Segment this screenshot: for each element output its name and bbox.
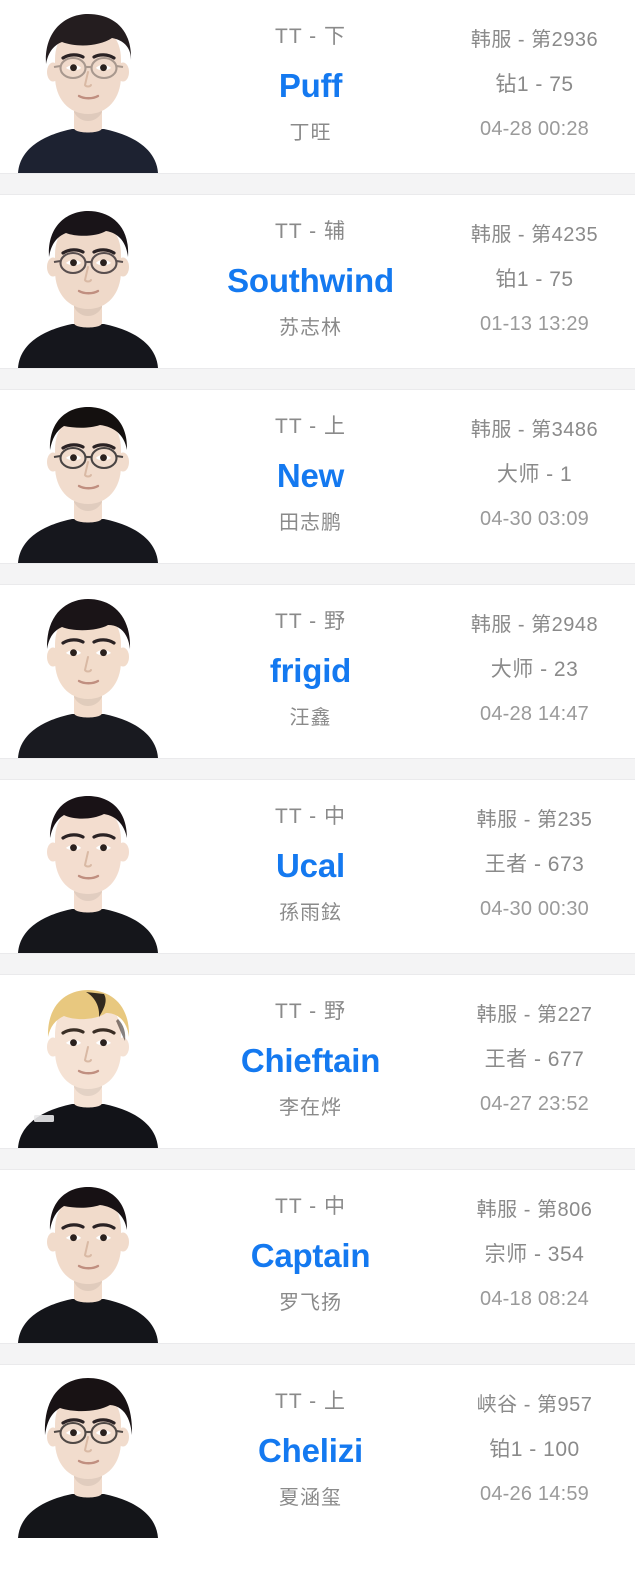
player-rank-info: 韩服 - 第2948 大师 - 23 04-28 14:47 <box>448 585 635 758</box>
player-avatar-chelizi <box>0 1365 173 1538</box>
player-rank-info: 韩服 - 第235 王者 - 673 04-30 00:30 <box>448 780 635 953</box>
team-role-label: TT - 上 <box>275 415 346 438</box>
tier-points-label: 大师 - 23 <box>490 658 579 681</box>
row-separator <box>0 563 635 585</box>
updated-timestamp: 01-13 13:29 <box>480 313 589 335</box>
player-row[interactable]: TT - 下 Puff 丁旺 韩服 - 第2936 钻1 - 75 04-28 … <box>0 0 635 173</box>
player-real-name: 苏志林 <box>279 317 342 339</box>
team-role-label: TT - 野 <box>275 610 346 633</box>
row-separator <box>0 173 635 195</box>
avatar[interactable] <box>0 975 173 1148</box>
team-role-label: TT - 野 <box>275 1000 346 1023</box>
updated-timestamp: 04-28 14:47 <box>480 703 589 725</box>
player-ign[interactable]: Puff <box>279 69 343 102</box>
updated-timestamp: 04-30 00:30 <box>480 898 589 920</box>
team-role-label: TT - 上 <box>275 1390 346 1413</box>
server-rank-label: 韩服 - 第2948 <box>470 614 599 636</box>
player-rank-info: 韩服 - 第2936 钻1 - 75 04-28 00:28 <box>448 0 635 173</box>
updated-timestamp: 04-27 23:52 <box>480 1093 589 1115</box>
player-avatar-new <box>0 390 173 563</box>
player-ign[interactable]: Ucal <box>276 849 345 882</box>
tier-points-label: 王者 - 677 <box>484 1048 585 1071</box>
player-avatar-ucal <box>0 780 173 953</box>
player-row[interactable]: TT - 中 Captain 罗飞扬 韩服 - 第806 宗师 - 354 04… <box>0 1170 635 1343</box>
server-rank-label: 韩服 - 第3486 <box>470 419 599 441</box>
server-rank-label: 韩服 - 第227 <box>476 1004 593 1026</box>
server-rank-label: 韩服 - 第806 <box>476 1199 593 1221</box>
row-separator <box>0 368 635 390</box>
player-avatar-captain <box>0 1170 173 1343</box>
avatar[interactable] <box>0 1170 173 1343</box>
avatar[interactable] <box>0 195 173 368</box>
avatar[interactable] <box>0 390 173 563</box>
player-rank-info: 韩服 - 第3486 大师 - 1 04-30 03:09 <box>448 390 635 563</box>
avatar[interactable] <box>0 0 173 173</box>
player-ign[interactable]: Captain <box>251 1239 371 1272</box>
tier-points-label: 钻1 - 75 <box>495 73 574 96</box>
team-role-label: TT - 辅 <box>275 220 346 243</box>
player-identity: TT - 辅 Southwind 苏志林 <box>173 195 448 368</box>
avatar[interactable] <box>0 585 173 758</box>
updated-timestamp: 04-18 08:24 <box>480 1288 589 1310</box>
server-rank-label: 韩服 - 第4235 <box>470 224 599 246</box>
player-real-name: 孫雨鉉 <box>279 902 342 924</box>
tier-points-label: 铂1 - 75 <box>495 268 574 291</box>
player-row[interactable]: TT - 野 Chieftain 李在烨 韩服 - 第227 王者 - 677 … <box>0 975 635 1148</box>
player-identity: TT - 下 Puff 丁旺 <box>173 0 448 173</box>
team-role-label: TT - 中 <box>275 1195 346 1218</box>
player-identity: TT - 中 Ucal 孫雨鉉 <box>173 780 448 953</box>
avatar[interactable] <box>0 780 173 953</box>
team-role-label: TT - 中 <box>275 805 346 828</box>
player-ign[interactable]: Southwind <box>227 264 394 297</box>
updated-timestamp: 04-28 00:28 <box>480 118 589 140</box>
player-rank-info: 峡谷 - 第957 铂1 - 100 04-26 14:59 <box>448 1365 635 1538</box>
server-rank-label: 韩服 - 第235 <box>476 809 593 831</box>
tier-points-label: 大师 - 1 <box>496 463 573 486</box>
player-avatar-southwind <box>0 195 173 368</box>
updated-timestamp: 04-26 14:59 <box>480 1483 589 1505</box>
player-identity: TT - 上 New 田志鹏 <box>173 390 448 563</box>
player-row[interactable]: TT - 上 New 田志鹏 韩服 - 第3486 大师 - 1 04-30 0… <box>0 390 635 563</box>
player-real-name: 丁旺 <box>289 122 332 144</box>
player-identity: TT - 中 Captain 罗飞扬 <box>173 1170 448 1343</box>
tier-points-label: 铂1 - 100 <box>489 1438 580 1461</box>
player-real-name: 罗飞扬 <box>279 1292 342 1314</box>
player-real-name: 汪鑫 <box>289 707 332 729</box>
team-role-label: TT - 下 <box>275 25 346 48</box>
player-ign[interactable]: Chieftain <box>241 1044 381 1077</box>
player-identity: TT - 上 Chelizi 夏涵玺 <box>173 1365 448 1538</box>
player-real-name: 李在烨 <box>279 1097 342 1119</box>
player-row[interactable]: TT - 上 Chelizi 夏涵玺 峡谷 - 第957 铂1 - 100 04… <box>0 1365 635 1538</box>
player-row[interactable]: TT - 辅 Southwind 苏志林 韩服 - 第4235 铂1 - 75 … <box>0 195 635 368</box>
row-separator <box>0 953 635 975</box>
player-rank-info: 韩服 - 第227 王者 - 677 04-27 23:52 <box>448 975 635 1148</box>
player-identity: TT - 野 Chieftain 李在烨 <box>173 975 448 1148</box>
row-separator <box>0 758 635 780</box>
player-rank-info: 韩服 - 第806 宗师 - 354 04-18 08:24 <box>448 1170 635 1343</box>
player-ign[interactable]: frigid <box>270 654 351 687</box>
player-rank-info: 韩服 - 第4235 铂1 - 75 01-13 13:29 <box>448 195 635 368</box>
player-ign[interactable]: New <box>277 459 344 492</box>
player-avatar-chieftain <box>0 975 173 1148</box>
player-ign[interactable]: Chelizi <box>258 1434 363 1467</box>
player-avatar-puff <box>0 0 173 173</box>
player-real-name: 夏涵玺 <box>279 1487 342 1509</box>
tier-points-label: 王者 - 673 <box>484 853 585 876</box>
avatar[interactable] <box>0 1365 173 1538</box>
server-rank-label: 峡谷 - 第957 <box>476 1394 593 1416</box>
updated-timestamp: 04-30 03:09 <box>480 508 589 530</box>
player-row[interactable]: TT - 野 frigid 汪鑫 韩服 - 第2948 大师 - 23 04-2… <box>0 585 635 758</box>
row-separator <box>0 1343 635 1365</box>
row-separator <box>0 1148 635 1170</box>
pro-player-rank-list: TT - 下 Puff 丁旺 韩服 - 第2936 钻1 - 75 04-28 … <box>0 0 635 1538</box>
player-real-name: 田志鹏 <box>279 512 342 534</box>
tier-points-label: 宗师 - 354 <box>484 1243 585 1266</box>
player-avatar-frigid <box>0 585 173 758</box>
server-rank-label: 韩服 - 第2936 <box>470 29 599 51</box>
player-identity: TT - 野 frigid 汪鑫 <box>173 585 448 758</box>
player-row[interactable]: TT - 中 Ucal 孫雨鉉 韩服 - 第235 王者 - 673 04-30… <box>0 780 635 953</box>
